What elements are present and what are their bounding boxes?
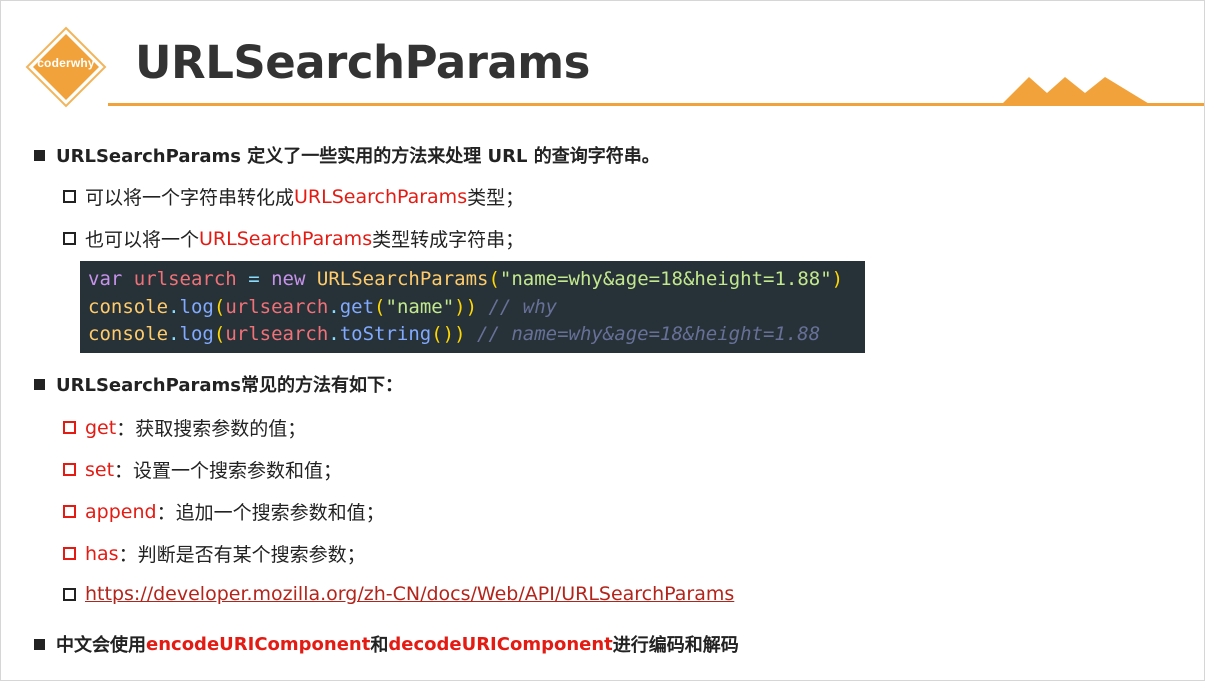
hollow-square-bullet-icon xyxy=(63,587,76,601)
method-name: get xyxy=(85,416,117,439)
sub-bullet-to-string: 也可以将一个 URLSearchParams 类型转成字符串； xyxy=(63,225,524,252)
code-line-3: console.log(urlsearch.toString()) // nam… xyxy=(88,323,821,345)
filled-square-bullet-icon xyxy=(34,378,45,390)
slide: coderwhy URLSearchParams URLSearchParams… xyxy=(0,0,1205,681)
method-name: set xyxy=(85,458,115,481)
bullet-intro-text: URLSearchParams 定义了一些实用的方法来处理 URL 的查询字符串… xyxy=(56,146,660,167)
red-square-bullet-icon xyxy=(63,547,76,560)
sub-bullet-highlight: URLSearchParams xyxy=(294,185,468,208)
red-square-bullet-icon xyxy=(63,505,76,518)
decode-function-name: decodeURIComponent xyxy=(388,633,613,655)
method-item-get: get ：获取搜索参数的值； xyxy=(63,414,306,441)
sub-bullet-post: 类型转成字符串； xyxy=(372,229,525,251)
code-line-2: console.log(urlsearch.get("name")) // wh… xyxy=(88,295,558,318)
sub-bullet-post: 类型； xyxy=(467,187,525,209)
mdn-docs-link[interactable]: https://developer.mozilla.org/zh-CN/docs… xyxy=(85,583,734,605)
method-desc: ：获取搜索参数的值； xyxy=(116,418,307,440)
red-square-bullet-icon xyxy=(63,463,76,476)
method-desc: ：追加一个搜索参数和值； xyxy=(156,502,385,524)
method-desc: ：设置一个搜索参数和值； xyxy=(114,460,343,482)
method-item-set: set ：设置一个搜索参数和值； xyxy=(63,456,342,483)
bullet-methods-heading: URLSearchParams常见的方法有如下： xyxy=(34,371,403,397)
header-divider xyxy=(108,103,1204,106)
sub-bullet-pre: 也可以将一个 xyxy=(85,229,200,251)
mdn-link-item: https://developer.mozilla.org/zh-CN/docs… xyxy=(63,583,734,605)
filled-square-bullet-icon xyxy=(34,149,45,161)
code-block: var urlsearch = new URLSearchParams("nam… xyxy=(80,261,865,353)
method-name: append xyxy=(85,500,157,523)
sub-bullet-pre: 可以将一个字符串转化成 xyxy=(85,187,295,209)
red-square-bullet-icon xyxy=(63,421,76,434)
sub-bullet-to-params: 可以将一个字符串转化成 URLSearchParams 类型； xyxy=(63,183,524,210)
code-line-1: var urlsearch = new URLSearchParams("nam… xyxy=(88,268,844,290)
bullet-intro: URLSearchParams 定义了一些实用的方法来处理 URL 的查询字符串… xyxy=(34,142,660,168)
bullet-encoding-post: 进行编码和解码 xyxy=(612,635,739,656)
logo-text: coderwhy xyxy=(37,56,95,70)
bullet-encoding-pre: 中文会使用 xyxy=(56,635,146,656)
filled-square-bullet-icon xyxy=(34,638,45,650)
sub-bullet-highlight: URLSearchParams xyxy=(199,227,373,250)
hollow-square-bullet-icon xyxy=(63,232,76,245)
method-item-has: has ：判断是否有某个搜索参数； xyxy=(63,540,366,567)
encode-function-name: encodeURIComponent xyxy=(146,633,371,655)
coderwhy-logo: coderwhy xyxy=(25,26,107,108)
hollow-square-bullet-icon xyxy=(63,190,76,203)
bullet-encoding-mid: 和 xyxy=(370,635,389,656)
method-name: has xyxy=(85,542,119,565)
page-title: URLSearchParams xyxy=(135,36,590,89)
mountains-decoration-icon xyxy=(1001,77,1151,105)
method-item-append: append ：追加一个搜索参数和值； xyxy=(63,498,385,525)
method-desc: ：判断是否有某个搜索参数； xyxy=(118,544,366,566)
bullet-methods-text: URLSearchParams常见的方法有如下： xyxy=(56,375,403,396)
bullet-encoding: 中文会使用 encodeURIComponent 和 decodeURIComp… xyxy=(34,631,739,657)
